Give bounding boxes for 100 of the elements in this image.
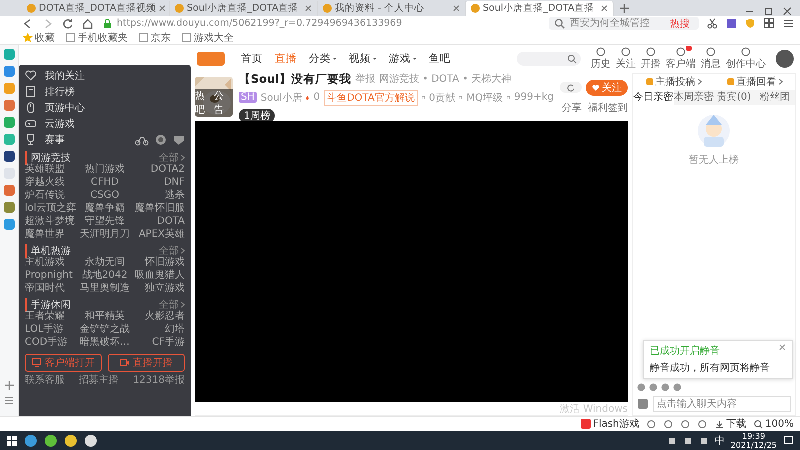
game-link[interactable]: DOTA [133, 216, 185, 228]
panel-link[interactable]: 主播投稿 [646, 75, 702, 89]
app-icon[interactable] [84, 434, 98, 448]
refresh-button[interactable] [560, 82, 582, 93]
add-icon[interactable] [4, 381, 14, 390]
menu-item[interactable]: 页游中心 [25, 100, 185, 116]
start-icon[interactable] [6, 434, 18, 446]
rank-badge[interactable]: 1周榜 [239, 108, 276, 122]
share-link[interactable]: 分享 [562, 100, 582, 114]
category-path[interactable]: 网游竞技 • DOTA • 天梯大神 [379, 72, 512, 86]
header-link[interactable]: 历史 [591, 47, 611, 71]
scissors-icon[interactable] [707, 18, 718, 29]
game-link[interactable]: DNF [133, 177, 185, 189]
game-link[interactable]: 怀旧游戏 [133, 257, 185, 269]
panel-link[interactable]: 直播回看 [726, 75, 782, 89]
game-link[interactable]: 火影忍者 [133, 311, 185, 323]
close-icon[interactable] [453, 5, 460, 12]
ranking-tab[interactable]: 本周亲密 [674, 90, 714, 105]
home-icon[interactable] [82, 18, 94, 30]
game-link[interactable]: 和平精英 [79, 311, 131, 323]
menu-icon[interactable] [783, 18, 794, 29]
game-link[interactable]: 永劫无间 [79, 257, 131, 269]
close-icon[interactable] [159, 5, 166, 12]
grid-icon[interactable] [764, 18, 775, 29]
ranking-tab[interactable]: 贵宾(0) [714, 90, 754, 105]
game-link[interactable]: 幻塔 [133, 324, 185, 336]
game-link[interactable]: Propnight [25, 270, 77, 282]
menu-item[interactable]: 赛事 [25, 132, 185, 148]
list-icon[interactable] [4, 396, 14, 406]
more-link[interactable]: 全部 [159, 244, 185, 258]
more-link[interactable]: 全部 [159, 298, 185, 312]
close-icon[interactable] [779, 344, 786, 351]
browser-icon[interactable] [44, 434, 58, 448]
bookmark[interactable]: 手机收藏夹 [65, 30, 128, 44]
emblem-icon[interactable] [155, 134, 167, 146]
header-link[interactable]: 客户端 [666, 47, 696, 71]
app-icon[interactable] [4, 151, 14, 162]
game-link[interactable]: 天涯明月刀 [79, 229, 131, 241]
extension-icon[interactable] [726, 18, 737, 29]
game-link[interactable]: LOL手游 [25, 324, 77, 336]
anchor-name[interactable]: Soul小唐 [260, 90, 302, 104]
open-client-button[interactable]: 客户端打开 [25, 354, 102, 372]
close-icon[interactable] [601, 5, 608, 12]
nav-link[interactable]: 鱼吧 [429, 52, 451, 66]
header-link[interactable]: 关注 [616, 47, 636, 71]
game-link[interactable]: APEX英雄 [133, 229, 185, 241]
signin-link[interactable]: 福利签到 [588, 100, 628, 114]
game-link[interactable]: 魔兽世界 [25, 229, 77, 241]
bookmark[interactable]: 京东 [138, 30, 171, 44]
game-link[interactable]: 吸血鬼猎人 [133, 270, 185, 282]
game-link[interactable]: 暗黑破坏... [79, 337, 131, 349]
close-icon[interactable] [783, 7, 792, 16]
avatar-label[interactable]: 热吧 [195, 89, 214, 117]
nav-link[interactable]: 游戏 [389, 52, 417, 66]
more-link[interactable]: 全部 [159, 150, 185, 164]
menu-item[interactable]: 云游戏 [25, 116, 185, 132]
game-link[interactable]: 炉石传说 [25, 190, 77, 202]
nav-link[interactable]: 首页 [241, 52, 263, 66]
search-field[interactable] [517, 52, 581, 66]
footer-link[interactable]: 招募主播 [79, 375, 120, 387]
flash-games-link[interactable]: Flash游戏 [581, 417, 640, 431]
menu-item[interactable]: 我的关注 [25, 68, 185, 84]
browser-tab[interactable]: Soul小唐直播_DOTA直播 [466, 1, 614, 16]
game-link[interactable]: CF手游 [133, 337, 185, 349]
nav-link[interactable]: 直播 [275, 52, 297, 66]
chat-input[interactable]: 点击输入聊天内容 [653, 396, 791, 412]
game-link[interactable]: DOTA2 [133, 164, 185, 176]
footer-link[interactable]: 12318举报 [133, 375, 185, 387]
game-link[interactable]: COD手游 [25, 337, 77, 349]
ranking-tab[interactable]: 今日亲密 [633, 90, 674, 105]
game-link[interactable]: 热门游戏 [79, 164, 131, 176]
game-link[interactable]: 穿越火线 [25, 177, 77, 189]
game-link[interactable]: 战地2042 [79, 270, 131, 282]
game-link[interactable]: 英雄联盟 [25, 164, 77, 176]
notification-icon[interactable] [783, 435, 794, 446]
bookmark[interactable]: 游戏大全 [181, 30, 234, 44]
game-link[interactable]: 帝国时代 [25, 283, 77, 295]
reload-icon[interactable] [62, 18, 74, 30]
download-link[interactable]: 下载 [715, 417, 746, 431]
game-link[interactable]: CFHD [79, 177, 131, 189]
game-link[interactable]: 魔兽争霸 [79, 203, 131, 215]
hot-search-link[interactable]: 热搜 [670, 16, 690, 30]
folder-icon[interactable] [64, 434, 78, 448]
footer-link[interactable]: 联系客服 [25, 375, 65, 387]
game-link[interactable]: 逃杀 [133, 190, 185, 202]
maximize-icon[interactable] [764, 7, 773, 16]
game-link[interactable]: 马里奥制造 [79, 283, 131, 295]
game-link[interactable]: 金铲铲之战 [79, 324, 131, 336]
header-link[interactable]: 消息 [701, 47, 721, 71]
clock[interactable]: 19:39 2021/12/25 [730, 432, 777, 450]
game-link[interactable]: 超激斗梦境 [25, 216, 77, 228]
game-link[interactable]: lol云顶之弈 [25, 203, 77, 215]
nav-link[interactable]: 视频 [349, 52, 377, 66]
nav-link[interactable]: 分类 [309, 52, 337, 66]
report-link[interactable]: 举报 [355, 72, 376, 86]
crest-icon[interactable] [173, 134, 185, 146]
user-avatar[interactable] [776, 50, 794, 68]
game-link[interactable]: 守望先锋 [79, 216, 131, 228]
input-method[interactable]: 中 [714, 434, 725, 448]
follow-button[interactable]: 关注 [586, 80, 628, 96]
